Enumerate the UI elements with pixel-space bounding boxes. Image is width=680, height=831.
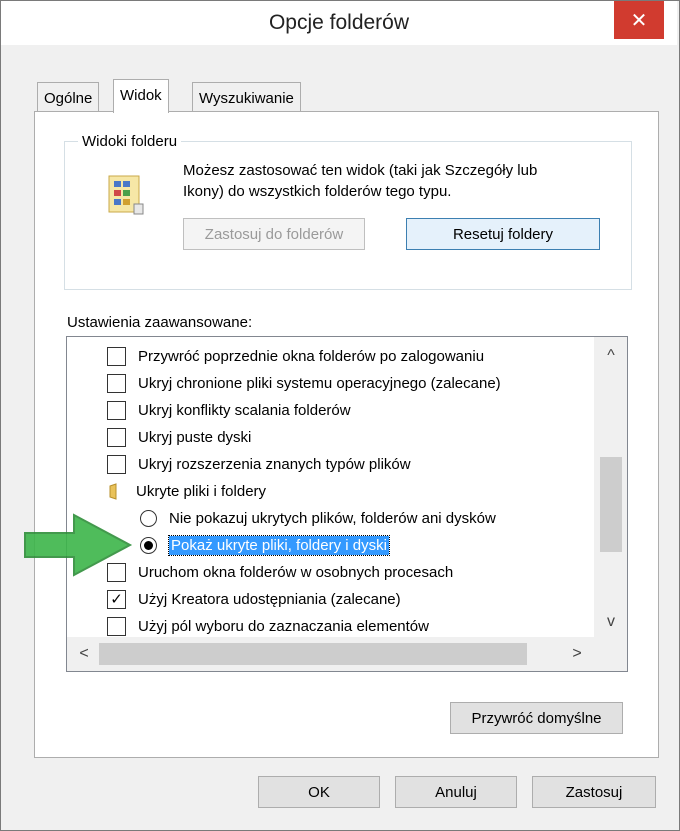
advanced-settings-label: Ustawienia zaawansowane: <box>67 314 253 331</box>
close-button[interactable]: ✕ <box>614 1 664 39</box>
item-label: Ukryj konflikty scalania folderów <box>138 402 351 419</box>
list-item[interactable]: Użyj pól wyboru do zaznaczania elementów <box>107 613 429 640</box>
item-label: Ukryj chronione pliki systemu operacyjne… <box>138 375 501 392</box>
vertical-scroll-thumb[interactable] <box>600 457 622 552</box>
item-label: Nie pokazuj ukrytych plików, folderów an… <box>169 510 496 527</box>
reset-folders-button[interactable]: Resetuj foldery <box>406 218 600 250</box>
green-arrow-icon <box>22 512 134 578</box>
radio-button[interactable] <box>140 510 157 527</box>
list-item[interactable]: Ukryj puste dyski <box>107 424 251 451</box>
apply-to-folders-button[interactable]: Zastosuj do folderów <box>183 218 365 250</box>
scroll-left-icon[interactable]: < <box>69 639 99 669</box>
item-label: Uruchom okna folderów w osobnych procesa… <box>138 564 454 581</box>
cancel-button[interactable]: Anuluj <box>395 776 517 808</box>
tab-general[interactable]: Ogólne <box>37 82 100 111</box>
vertical-scrollbar[interactable]: ^ v <box>594 337 627 637</box>
checkbox[interactable] <box>107 617 126 636</box>
horizontal-scrollbar[interactable]: < > <box>67 637 627 671</box>
folder-view-icon <box>106 174 146 218</box>
list-item-radio-selected[interactable]: Pokaż ukryte pliki, foldery i dyski <box>140 532 390 559</box>
folder-views-description: Możesz zastosować ten widok (taki jak Sz… <box>183 160 623 202</box>
checkbox[interactable] <box>107 401 126 420</box>
list-item[interactable]: ✓ Użyj Kreatora udostępniania (zalecane) <box>107 586 401 613</box>
checkbox[interactable] <box>107 347 126 366</box>
item-label: Ukryj puste dyski <box>138 429 252 446</box>
restore-defaults-button[interactable]: Przywróć domyślne <box>450 702 623 734</box>
horizontal-scroll-thumb[interactable] <box>99 643 527 665</box>
description-line-1: Możesz zastosować ten widok (taki jak Sz… <box>183 162 538 179</box>
list-item[interactable]: Przywróć poprzednie okna folderów po zal… <box>107 343 484 370</box>
description-line-2: Ikony) do wszystkich folderów tego typu. <box>183 183 452 200</box>
list-item[interactable]: Ukryj rozszerzenia znanych typów plików <box>107 451 411 478</box>
checkbox[interactable] <box>107 374 126 393</box>
list-item[interactable]: Ukryj chronione pliki systemu operacyjne… <box>107 370 501 397</box>
scroll-up-icon[interactable]: ^ <box>594 341 627 371</box>
list-item-folder: Ukryte pliki i foldery <box>107 478 266 505</box>
tab-view[interactable]: Widok <box>113 79 169 113</box>
folder-icon <box>107 483 124 500</box>
checkbox[interactable] <box>107 428 126 447</box>
folder-views-legend: Widoki folderu <box>78 133 182 150</box>
checkbox[interactable] <box>107 455 126 474</box>
scroll-right-icon[interactable]: > <box>562 639 592 669</box>
item-label: Przywróć poprzednie okna folderów po zal… <box>138 348 485 365</box>
window-title: Opcje folderów <box>268 11 410 34</box>
radio-button-selected[interactable] <box>140 537 157 554</box>
checkbox-checked[interactable]: ✓ <box>107 590 126 609</box>
item-label: Ukryte pliki i foldery <box>136 483 267 500</box>
scroll-down-icon[interactable]: v <box>594 607 627 637</box>
close-icon: ✕ <box>630 9 648 32</box>
title-bar: Opcje folderów <box>1 1 677 45</box>
item-label: Ukryj rozszerzenia znanych typów plików <box>138 456 411 473</box>
item-label: Użyj Kreatora udostępniania (zalecane) <box>138 591 401 608</box>
item-label-selected: Pokaż ukryte pliki, foldery i dyski <box>168 535 390 556</box>
tab-search[interactable]: Wyszukiwanie <box>192 82 301 111</box>
item-label: Użyj pól wyboru do zaznaczania elementów <box>138 618 429 635</box>
advanced-settings-list[interactable]: Przywróć poprzednie okna folderów po zal… <box>66 336 628 672</box>
reset-folders-label: Resetuj foldery <box>452 225 554 243</box>
ok-button[interactable]: OK <box>258 776 380 808</box>
list-item-radio[interactable]: Nie pokazuj ukrytych plików, folderów an… <box>140 505 496 532</box>
list-item[interactable]: Ukryj konflikty scalania folderów <box>107 397 351 424</box>
list-item[interactable]: Uruchom okna folderów w osobnych procesa… <box>107 559 453 586</box>
apply-button[interactable]: Zastosuj <box>532 776 656 808</box>
